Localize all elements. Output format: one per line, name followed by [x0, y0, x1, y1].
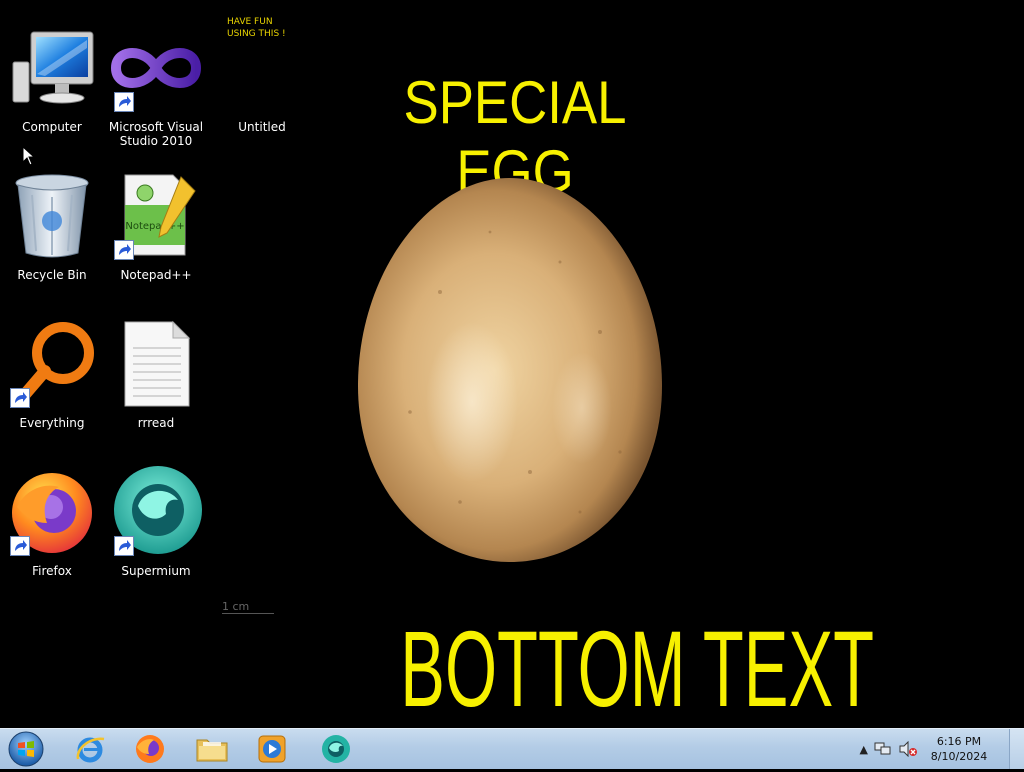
taskbar: ▲ 6:16 PM 8/10/2024: [0, 728, 1024, 769]
desktop-icon-label: Untitled: [238, 120, 286, 134]
desktop-icon-notepadpp[interactable]: Notepad++ Notepad++: [106, 168, 206, 308]
desktop: Computer Microsoft Visual Studio 2010 Un…: [0, 0, 1024, 728]
clock-date: 8/10/2024: [930, 750, 988, 763]
supermium-icon: [322, 735, 350, 763]
desktop-icon-recycle-bin[interactable]: Recycle Bin: [2, 168, 102, 308]
desktop-icon-everything[interactable]: Everything: [2, 316, 102, 456]
taskbar-app-firefox[interactable]: [124, 731, 176, 767]
taskbar-clock[interactable]: 6:16 PM 8/10/2024: [924, 734, 994, 764]
show-hidden-icons-chevron-icon[interactable]: ▲: [860, 743, 868, 756]
notepadpp-icon-text: Notepad++: [125, 221, 184, 232]
desktop-icon-label: Firefox: [32, 564, 72, 578]
start-button[interactable]: [4, 730, 48, 768]
volume-muted-icon[interactable]: [898, 741, 918, 757]
desktop-icon-rrread[interactable]: rrread: [106, 316, 206, 456]
desktop-icon-label: Recycle Bin: [17, 268, 87, 282]
desktop-icon-label: Supermium: [121, 564, 191, 578]
scale-bar-label: 1 cm: [222, 600, 250, 613]
desktop-icon-untitled[interactable]: Untitled: [212, 20, 312, 160]
wallpaper-note: HAVE FUN USING THIS !: [227, 16, 286, 40]
computer-icon: [4, 20, 100, 116]
supermium-icon: [108, 464, 204, 560]
wallpaper-note-line1: HAVE FUN: [227, 17, 273, 27]
desktop-icon-label: Everything: [19, 416, 85, 430]
desktop-icon-label: Computer: [22, 120, 82, 134]
desktop-icon-supermium[interactable]: Supermium: [106, 464, 206, 604]
system-tray: ▲ 6:16 PM 8/10/2024: [860, 729, 994, 769]
shortcut-arrow-icon: [114, 92, 134, 112]
shortcut-arrow-icon: [114, 240, 134, 260]
mouse-cursor-icon: [22, 146, 36, 166]
desktop-icon-label: Microsoft Visual Studio 2010: [108, 120, 204, 148]
taskbar-app-windows-explorer[interactable]: [186, 731, 238, 767]
shortcut-arrow-icon: [114, 536, 134, 556]
firefox-icon: [4, 464, 100, 560]
notepadpp-icon: Notepad++: [108, 168, 204, 264]
wallpaper-egg-image: [358, 178, 662, 562]
desktop-icon-firefox[interactable]: Firefox: [2, 464, 102, 604]
clock-time: 6:16 PM: [936, 735, 982, 748]
desktop-icon-label: Notepad++: [120, 268, 192, 282]
internet-explorer-icon: [76, 737, 105, 763]
firefox-icon: [136, 735, 164, 763]
desktop-icon-computer[interactable]: Computer: [2, 20, 102, 160]
text-document-icon: [108, 316, 204, 412]
taskbar-app-supermium[interactable]: [310, 731, 362, 767]
desktop-icon-label: rrread: [137, 416, 175, 430]
recycle-bin-icon: [4, 168, 100, 264]
show-desktop-button[interactable]: [1009, 729, 1024, 769]
scale-bar-line: [222, 613, 274, 614]
taskbar-app-windows-media-player[interactable]: [246, 731, 298, 767]
visual-studio-icon: [108, 20, 204, 116]
wallpaper-note-line2: USING THIS !: [227, 29, 286, 39]
shortcut-arrow-icon: [10, 388, 30, 408]
shortcut-arrow-icon: [10, 536, 30, 556]
wallpaper-bottom-text: BOTTOM TEXT: [400, 608, 875, 728]
everything-magnifier-icon: [4, 316, 100, 412]
desktop-icon-visual-studio[interactable]: Microsoft Visual Studio 2010: [106, 20, 206, 160]
network-icon[interactable]: [874, 741, 892, 757]
taskbar-app-internet-explorer[interactable]: [64, 731, 116, 767]
windows-orb-icon: [8, 731, 44, 767]
folder-icon: [196, 739, 228, 762]
media-player-icon: [258, 735, 286, 763]
